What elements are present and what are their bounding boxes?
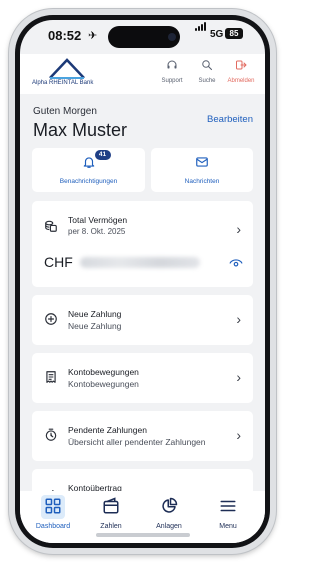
home-indicator[interactable] <box>96 533 190 537</box>
total-assets-title: Total Vermögen <box>68 215 128 225</box>
nav-investments-label: Anlagen <box>156 523 182 530</box>
search-button[interactable]: Suche <box>189 58 225 84</box>
nav-payments-label: Zahlen <box>100 523 122 530</box>
new-payment-title: Neue Zahlung <box>68 309 122 319</box>
messages-card[interactable]: Nachrichten <box>151 148 253 192</box>
notifications-card[interactable]: 41 Benachrichtigungen <box>32 148 145 192</box>
nav-menu[interactable]: Menu <box>203 497 253 530</box>
dashboard-icon <box>45 498 61 514</box>
status-time: 08:52 <box>48 28 82 43</box>
plus-circle-icon <box>45 313 57 325</box>
hamburger-icon <box>220 500 236 512</box>
support-label: Support <box>161 78 183 84</box>
notifications-icon-wrap: 41 <box>82 150 111 174</box>
pending-payments-item[interactable]: Pendente Zahlungen Übersicht aller pende… <box>32 411 253 461</box>
receipt-icon <box>46 371 56 383</box>
new-payment-subtitle: Neue Zahlung <box>68 321 122 331</box>
account-transactions-item[interactable]: Kontobewegungen Kontobewegungen › <box>32 353 253 403</box>
balance-hidden-mask <box>80 257 200 268</box>
app-header: Alpha RHEINTAL Bank Support Suche Abmeld… <box>20 54 265 94</box>
new-payment-item[interactable]: Neue Zahlung Neue Zahlung › <box>32 295 253 345</box>
eye-icon[interactable] <box>229 258 243 268</box>
bank-logo[interactable]: Alpha RHEINTAL Bank <box>32 58 102 90</box>
account-transactions-subtitle: Kontobewegungen <box>68 379 139 389</box>
headset-icon <box>167 60 177 69</box>
logout-icon <box>236 60 247 70</box>
account-transactions-title: Kontobewegungen <box>68 367 139 377</box>
pie-chart-icon <box>162 497 178 513</box>
wallet-icon <box>103 497 119 514</box>
total-assets-card[interactable]: Total Vermögen per 8. Okt. 2025 › CHF <box>32 201 253 287</box>
logout-button[interactable]: Abmelden <box>223 58 259 84</box>
silent-mode-icon: ✈ <box>88 30 98 42</box>
bell-icon <box>83 157 94 168</box>
nav-investments[interactable]: Anlagen <box>144 497 194 530</box>
nav-dashboard-label: Dashboard <box>35 523 71 530</box>
nav-dashboard[interactable]: Dashboard <box>28 495 78 530</box>
front-camera <box>168 33 176 41</box>
coins-icon <box>45 220 57 232</box>
total-assets-date: per 8. Okt. 2025 <box>68 227 126 236</box>
user-name: Max Muster <box>33 120 128 140</box>
greeting-text: Guten Morgen <box>33 106 97 117</box>
pending-payments-subtitle: Übersicht aller pendenter Zahlungen <box>68 437 206 447</box>
search-label: Suche <box>198 78 216 84</box>
chevron-right-icon: › <box>236 427 241 443</box>
nav-payments[interactable]: Zahlen <box>86 497 136 530</box>
notifications-label: Benachrichtigungen <box>59 178 118 185</box>
status-bar: 08:52 ✈ 5G 85 <box>20 20 265 54</box>
phone-screen: 08:52 ✈ 5G 85 Alpha RHEINTAL Bank Suppor… <box>20 20 265 543</box>
chevron-right-icon: › <box>236 311 241 327</box>
messages-icon-wrap <box>195 155 209 174</box>
chevron-right-icon: › <box>236 221 241 237</box>
search-icon <box>202 60 213 71</box>
network-type: 5G <box>210 29 224 40</box>
battery-indicator: 85 <box>225 28 243 39</box>
messages-label: Nachrichten <box>184 178 220 185</box>
mail-icon <box>196 157 208 167</box>
nav-menu-label: Menu <box>219 523 237 530</box>
timer-icon <box>45 428 57 441</box>
pending-payments-title: Pendente Zahlungen <box>68 425 147 435</box>
currency-label: CHF <box>44 254 73 270</box>
support-button[interactable]: Support <box>154 58 190 84</box>
logout-label: Abmelden <box>227 78 255 84</box>
mountain-logo-icon <box>49 58 85 79</box>
edit-button[interactable]: Bearbeiten <box>207 114 253 125</box>
chevron-right-icon: › <box>236 369 241 385</box>
logo-text: Alpha RHEINTAL Bank <box>32 80 94 86</box>
notification-count-badge: 41 <box>94 150 111 160</box>
